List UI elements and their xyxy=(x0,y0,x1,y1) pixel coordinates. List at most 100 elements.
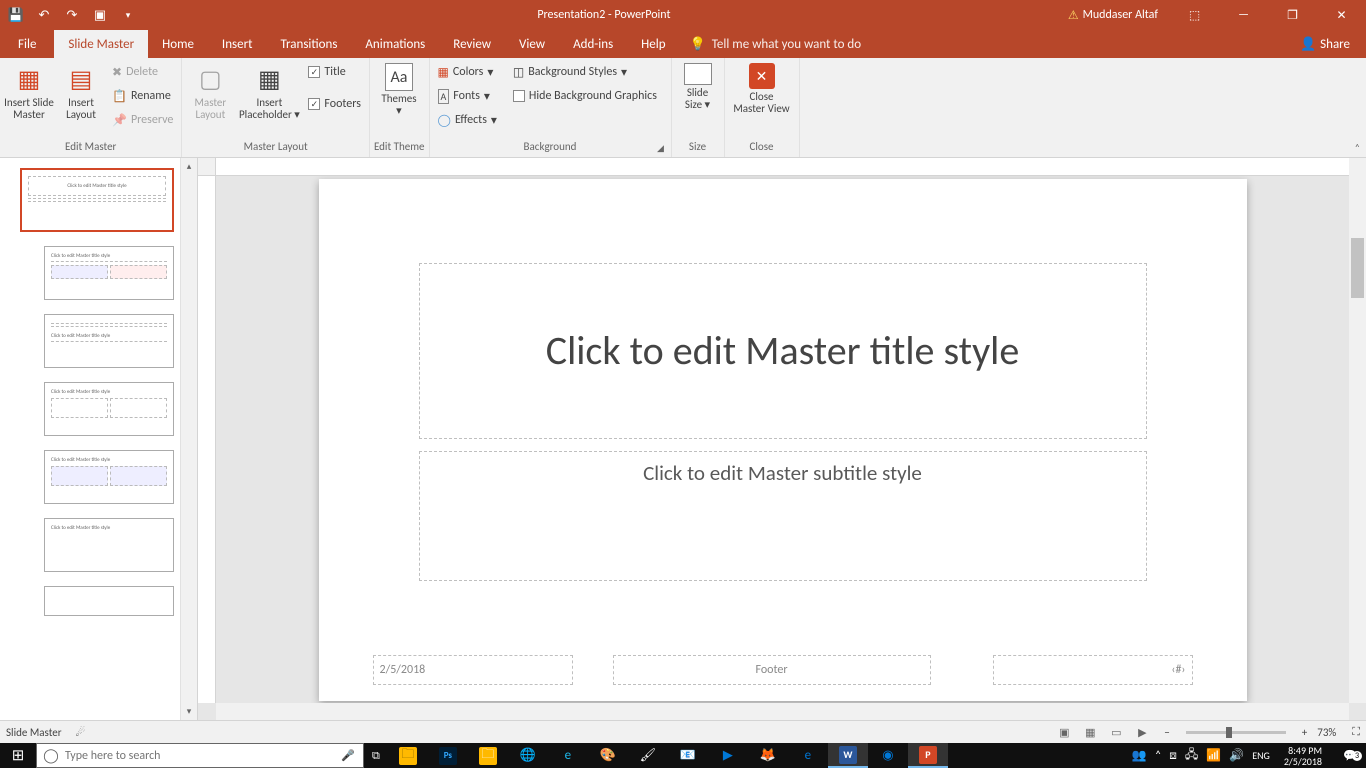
taskbar-app-video[interactable]: ◉ xyxy=(868,743,908,768)
reading-view-icon[interactable]: ▭ xyxy=(1104,723,1128,741)
canvas-scrollbar-v[interactable] xyxy=(1349,158,1366,703)
thumbnail-layout-3[interactable]: Click to edit Master title style xyxy=(44,382,174,436)
tab-view[interactable]: View xyxy=(505,30,559,58)
people-icon[interactable]: 👥 xyxy=(1132,748,1147,763)
taskbar-app-chrome[interactable]: 🌐 xyxy=(508,743,548,768)
redo-icon[interactable]: ↷ xyxy=(60,3,84,27)
background-dialog-launcher[interactable]: ◢ xyxy=(654,141,668,155)
tray-overflow-icon[interactable]: ˄ xyxy=(1155,749,1161,763)
taskbar-app-word[interactable]: W xyxy=(828,743,868,768)
scroll-up-icon[interactable]: ▴ xyxy=(181,158,197,175)
task-view-icon[interactable]: ⧉ xyxy=(364,743,388,768)
slide-master[interactable]: Click to edit Master title style Click t… xyxy=(319,179,1247,701)
taskbar-app-paint[interactable]: 🎨 xyxy=(588,743,628,768)
taskbar-search[interactable]: ◯ 🎤 xyxy=(36,743,364,768)
zoom-out-icon[interactable]: − xyxy=(1164,726,1169,739)
thumbnail-layout-5[interactable]: Click to edit Master title style xyxy=(44,518,174,572)
colors-button[interactable]: ▦Colors ▾ xyxy=(434,61,501,83)
normal-view-icon[interactable]: ▣ xyxy=(1052,723,1076,741)
taskbar-app-powerpoint[interactable]: P xyxy=(908,743,948,768)
search-input[interactable] xyxy=(65,749,333,763)
tab-file[interactable]: File xyxy=(0,30,54,58)
thumbnail-scrollbar[interactable]: ▴ ▾ xyxy=(180,158,197,720)
qat-customize-icon[interactable]: ▾ xyxy=(116,3,140,27)
placeholder-date[interactable]: 2/5/2018 xyxy=(373,655,573,685)
taskbar-app-edge[interactable]: e xyxy=(788,743,828,768)
taskbar-app-explorer[interactable]: 🗀 xyxy=(388,743,428,768)
close-window-icon[interactable]: ✕ xyxy=(1319,0,1364,30)
insert-placeholder-button[interactable]: ▦ Insert Placeholder ▾ xyxy=(236,61,302,121)
minimize-icon[interactable]: — xyxy=(1221,0,1266,30)
tab-home[interactable]: Home xyxy=(148,30,208,58)
canvas-scrollbar-h[interactable] xyxy=(216,703,1349,720)
hide-bg-graphics-checkbox[interactable]: Hide Background Graphics xyxy=(509,85,661,107)
placeholder-title[interactable]: Click to edit Master title style xyxy=(419,263,1147,439)
background-styles-button[interactable]: ◫Background Styles ▾ xyxy=(509,61,661,83)
start-button[interactable]: ⊞ xyxy=(0,743,36,768)
action-center-icon[interactable]: 💬3 xyxy=(1336,749,1364,762)
zoom-slider[interactable] xyxy=(1186,731,1286,734)
network-icon[interactable]: 🖧 xyxy=(1185,745,1198,766)
preserve-button[interactable]: 📌Preserve xyxy=(108,109,177,131)
insert-slide-master-button[interactable]: ▦ Insert Slide Master xyxy=(4,61,54,121)
save-icon[interactable]: 💾 xyxy=(4,3,28,27)
taskbar-app-photoshop[interactable]: Ps xyxy=(428,743,468,768)
placeholder-footer[interactable]: Footer xyxy=(613,655,931,685)
delete-button[interactable]: ✖Delete xyxy=(108,61,177,83)
thumbnail-layout-6[interactable] xyxy=(44,586,174,616)
zoom-in-icon[interactable]: + xyxy=(1302,726,1307,739)
zoom-slider-thumb[interactable] xyxy=(1226,727,1232,738)
taskbar-clock[interactable]: 8:49 PM 2/5/2018 xyxy=(1278,745,1328,767)
themes-button[interactable]: Aa Themes▾ xyxy=(374,61,424,117)
tab-transitions[interactable]: Transitions xyxy=(266,30,351,58)
slideshow-view-icon[interactable]: ▶ xyxy=(1130,723,1154,741)
status-customize-icon[interactable]: ☄ xyxy=(76,726,86,739)
thumbnail-layout-1[interactable]: Click to edit Master title style xyxy=(44,246,174,300)
fit-window-icon[interactable]: ⛶ xyxy=(1352,725,1360,739)
thumbnail-master[interactable]: Click to edit Master title style xyxy=(20,168,174,232)
volume-icon[interactable]: 🔊 xyxy=(1229,748,1244,763)
slide-canvas-area[interactable]: Click to edit Master title style Click t… xyxy=(216,176,1349,703)
fonts-button[interactable]: AFonts ▾ xyxy=(434,85,501,107)
placeholder-subtitle[interactable]: Click to edit Master subtitle style xyxy=(419,451,1147,581)
taskbar-app-ie[interactable]: e xyxy=(548,743,588,768)
share-button[interactable]: 👤 Share xyxy=(1290,30,1360,58)
thumbnail-layout-4[interactable]: Click to edit Master title style xyxy=(44,450,174,504)
slide-size-button[interactable]: Slide Size ▾ xyxy=(676,61,720,111)
scroll-down-icon[interactable]: ▾ xyxy=(181,703,197,720)
tab-insert[interactable]: Insert xyxy=(208,30,267,58)
master-layout-button[interactable]: ▢ Master Layout xyxy=(186,61,234,121)
restore-icon[interactable]: ❐ xyxy=(1270,0,1315,30)
tab-addins[interactable]: Add-ins xyxy=(559,30,627,58)
footers-checkbox[interactable]: ✓Footers xyxy=(304,93,365,115)
title-checkbox[interactable]: ✓Title xyxy=(304,61,365,83)
sorter-view-icon[interactable]: ▦ xyxy=(1078,723,1102,741)
tell-me-search[interactable]: 💡 Tell me what you want to do xyxy=(690,30,862,58)
taskbar-app-folder[interactable]: 🗀 xyxy=(468,743,508,768)
dropbox-icon[interactable]: ⧈ xyxy=(1169,749,1177,763)
mic-icon[interactable]: 🎤 xyxy=(333,749,363,762)
tab-slide-master[interactable]: Slide Master xyxy=(54,30,148,58)
undo-icon[interactable]: ↶ xyxy=(32,3,56,27)
ribbon-display-options-icon[interactable]: ⬚ xyxy=(1172,0,1217,30)
cortana-icon[interactable]: ◯ xyxy=(37,747,65,764)
language-icon[interactable]: ENG xyxy=(1252,749,1270,762)
placeholder-slide-number[interactable]: ‹#› xyxy=(993,655,1193,685)
ruler-vertical[interactable] xyxy=(198,176,216,703)
taskbar-app-mail[interactable]: 📧 xyxy=(668,743,708,768)
effects-button[interactable]: ◯Effects ▾ xyxy=(434,109,501,131)
taskbar-app-firefox[interactable]: 🦊 xyxy=(748,743,788,768)
start-from-beginning-icon[interactable]: ▣ xyxy=(88,3,112,27)
close-master-view-button[interactable]: ✕ Close Master View xyxy=(729,61,795,115)
collapse-ribbon-icon[interactable]: ˄ xyxy=(1355,141,1360,154)
insert-layout-button[interactable]: ▤ Insert Layout xyxy=(56,61,106,121)
tab-animations[interactable]: Animations xyxy=(351,30,439,58)
user-name[interactable]: Muddaser Altaf xyxy=(1083,8,1158,22)
zoom-value[interactable]: 73% xyxy=(1317,726,1336,739)
taskbar-app-media[interactable]: ▶ xyxy=(708,743,748,768)
wifi-icon[interactable]: 📶 xyxy=(1206,748,1221,763)
tab-review[interactable]: Review xyxy=(439,30,505,58)
tab-help[interactable]: Help xyxy=(627,30,679,58)
ruler-horizontal[interactable] xyxy=(216,158,1349,176)
rename-button[interactable]: 📋Rename xyxy=(108,85,177,107)
